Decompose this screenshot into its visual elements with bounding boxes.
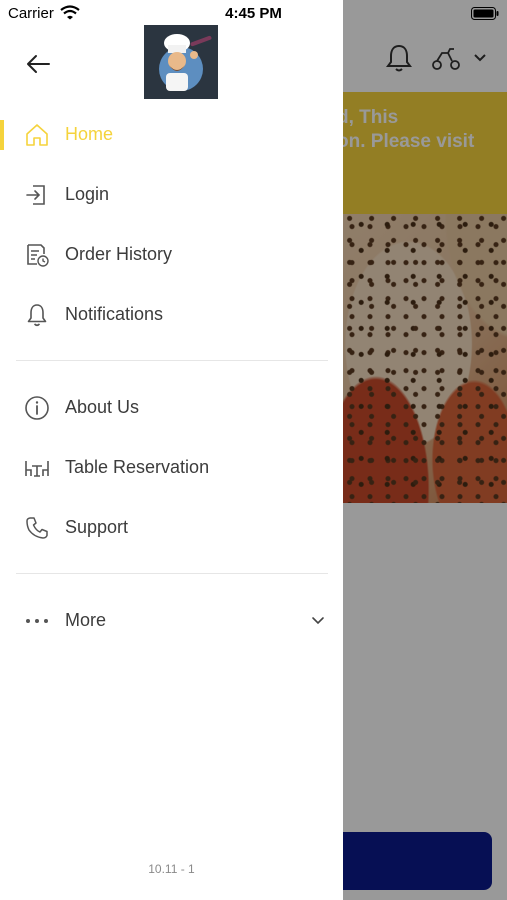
menu-label-login: Login	[65, 184, 110, 204]
info-icon	[25, 396, 49, 420]
menu-item-notifications[interactable]: Notifications	[0, 284, 343, 344]
status-bar: Carrier 4:45 PM	[0, 0, 507, 28]
navigation-drawer: Home Login Order History Notifications A…	[0, 0, 343, 900]
more-dots-icon	[26, 619, 48, 623]
menu-label-order-history: Order History	[65, 244, 173, 264]
menu-item-home[interactable]: Home	[0, 104, 343, 164]
bell-icon	[27, 304, 47, 327]
back-arrow-icon[interactable]	[22, 48, 54, 80]
menu-divider	[16, 360, 328, 361]
menu-label-home: Home	[65, 124, 114, 144]
menu-label-table-reservation: Table Reservation	[65, 457, 210, 477]
restaurant-logo[interactable]	[144, 25, 218, 99]
phone-icon	[26, 517, 48, 539]
order-history-icon	[27, 244, 49, 267]
menu-item-login[interactable]: Login	[0, 164, 343, 224]
menu-divider	[16, 573, 328, 574]
menu-label-more: More	[65, 610, 107, 630]
login-icon	[26, 185, 45, 205]
table-icon	[25, 461, 49, 477]
menu-label-notifications: Notifications	[65, 304, 164, 324]
home-icon	[26, 124, 48, 146]
menu-item-about-us[interactable]: About Us	[0, 377, 343, 437]
menu-item-support[interactable]: Support	[0, 497, 343, 557]
battery-icon	[471, 7, 499, 20]
menu-item-more[interactable]: More	[0, 590, 343, 650]
active-indicator	[0, 120, 4, 150]
status-time: 4:45 PM	[225, 5, 282, 22]
menu-label-about-us: About Us	[65, 397, 140, 417]
menu-item-table-reservation[interactable]: Table Reservation	[0, 437, 343, 497]
menu-label-support: Support	[65, 517, 129, 537]
app-version: 10.11 - 1	[148, 862, 195, 876]
chevron-down-icon[interactable]	[310, 612, 326, 628]
menu-item-order-history[interactable]: Order History	[0, 224, 343, 284]
